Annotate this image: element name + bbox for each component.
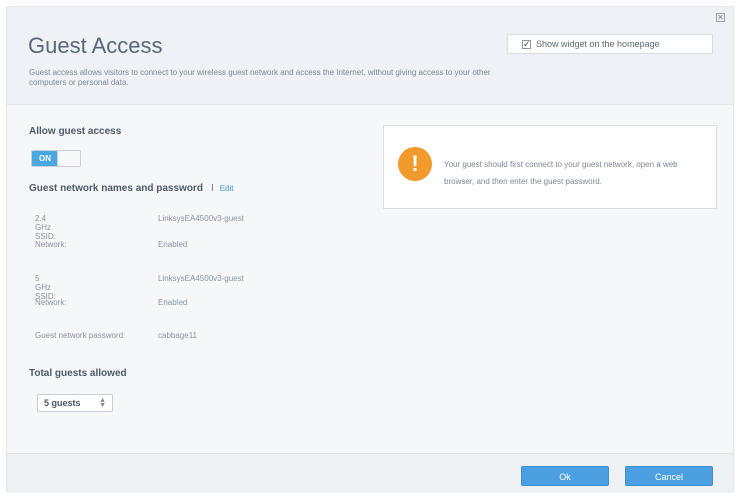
allow-guest-access-label: Allow guest access <box>29 126 122 137</box>
alert-message: Your guest should first connect to your … <box>444 160 678 186</box>
warning-icon: ! <box>398 147 432 181</box>
network-section-header: Guest network names and password I Edit <box>29 183 234 194</box>
ssid-24-label: 2.4 GHz SSID: <box>35 214 56 241</box>
edit-link[interactable]: Edit <box>220 184 234 193</box>
select-arrows-icon: ▲ ▼ <box>99 397 106 409</box>
guest-info-alert: ! Your guest should first connect to you… <box>383 125 717 209</box>
guest-password-label: Guest network password: <box>35 331 126 340</box>
close-icon[interactable]: ✕ <box>716 13 725 22</box>
ssid-5-value: LinksysEA4500v3-guest <box>158 274 244 283</box>
show-widget-label: Show widget on the homepage <box>536 39 660 49</box>
page-description: Guest access allows visitors to connect … <box>29 68 491 87</box>
show-widget-option[interactable]: ✓ Show widget on the homepage <box>507 34 713 54</box>
total-guests-value: 5 guests <box>44 398 81 408</box>
cancel-button[interactable]: Cancel <box>625 466 713 486</box>
ok-button[interactable]: Ok <box>521 466 609 486</box>
ssid-24-value: LinksysEA4500v3-guest <box>158 214 244 223</box>
page-title: Guest Access <box>28 33 163 58</box>
network-section-title: Guest network names and password <box>29 183 203 194</box>
network-5-label: Network: <box>35 298 67 307</box>
show-widget-checkbox[interactable]: ✓ <box>522 39 531 49</box>
footer: Ok Cancel <box>7 453 733 493</box>
toggle-on-label: ON <box>32 151 58 166</box>
section-separator: I <box>210 183 214 194</box>
total-guests-select[interactable]: 5 guests ▲ ▼ <box>37 394 113 412</box>
network-24-label: Network: <box>35 240 67 249</box>
total-guests-label: Total guests allowed <box>29 368 127 379</box>
network-5-value: Enabled <box>158 298 188 307</box>
guest-access-toggle[interactable]: ON <box>31 150 81 167</box>
guest-password-value: cabbage11 <box>158 331 197 340</box>
ssid-5-label: 5 GHz SSID: <box>35 274 56 301</box>
toggle-knob[interactable] <box>57 151 80 166</box>
network-24-value: Enabled <box>158 240 188 249</box>
guest-access-window: ✕ Guest Access Guest access allows visit… <box>6 6 734 493</box>
header: ✕ Guest Access Guest access allows visit… <box>7 7 733 105</box>
